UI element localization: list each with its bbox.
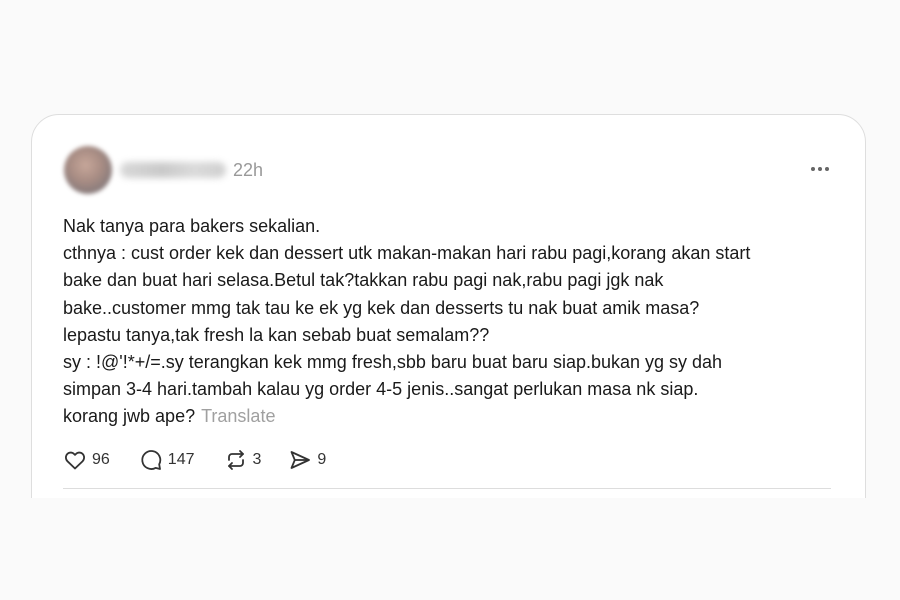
repost-button[interactable]: 3 [224,447,262,473]
more-options-icon[interactable] [805,158,835,180]
reply-button[interactable]: 147 [139,447,195,473]
post-divider [63,488,831,489]
post-actions: 96 147 3 9 [63,447,326,473]
reply-count: 147 [167,451,195,468]
avatar[interactable] [64,146,112,194]
like-count: 96 [92,451,110,468]
post-text-line: cthnya : cust order kek dan dessert utk … [63,243,751,264]
comment-bubble-icon [141,450,161,470]
share-button[interactable]: 9 [288,447,326,473]
post-timestamp: 22h [233,160,264,180]
post-text-line: simpan 3-4 hari.tambah kalau yg order 4-… [63,379,699,400]
post-text-line-last: korang jwb ape? Translate [63,403,843,430]
like-button[interactable]: 96 [63,447,110,473]
send-paper-plane-icon [291,451,311,469]
post-text-line: Nak tanya para bakers sekalian. [63,216,321,236]
post-text: Nak tanya para bakers sekalian. cthnya :… [63,213,843,431]
heart-icon [65,451,85,470]
translate-link[interactable]: Translate [201,406,275,426]
share-count: 9 [317,451,327,468]
post-text-line: bake dan buat hari selasa.Betul tak?takk… [63,270,664,291]
post-text-line: sy : !@'!*+/=.sy terangkan kek mmg fresh… [63,352,723,373]
post-text-line: bake..customer mmg tak tau ke ek yg kek … [63,297,700,318]
page-background-bottom [0,498,900,600]
repost-count: 3 [252,451,262,468]
username-redacted[interactable] [120,162,226,178]
post-text-last: korang jwb ape? [63,406,196,427]
post-text-line: lepastu tanya,tak fresh la kan sebab bua… [63,324,490,345]
repost-arrows-icon [227,450,244,470]
